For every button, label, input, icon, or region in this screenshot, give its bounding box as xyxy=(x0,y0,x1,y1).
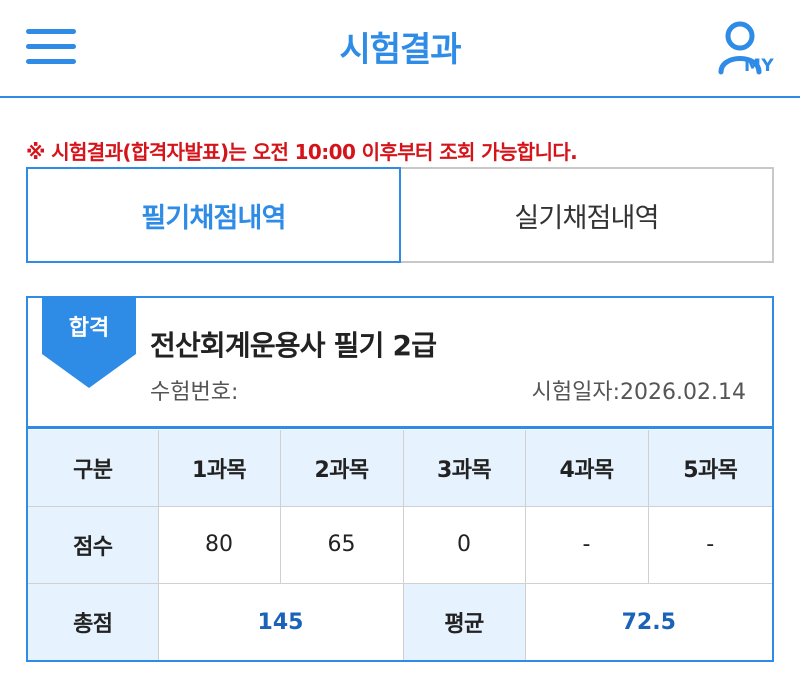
exam-number-label: 수험번호: xyxy=(150,380,239,405)
summary-row: 총점 145 평균 72.5 xyxy=(28,583,772,660)
table-header-row: 구분 1과목 2과목 3과목 4과목 5과목 xyxy=(28,430,772,507)
exam-date-value: 2026.02.14 xyxy=(620,380,746,405)
app-header: 시험결과 MY xyxy=(0,0,800,98)
score-table: 구분 1과목 2과목 3과목 4과목 5과목 점수 80 65 0 - - 총점… xyxy=(28,430,772,660)
subject-score: 65 xyxy=(279,505,404,585)
subject-score: - xyxy=(524,505,649,585)
table-header-cell: 3과목 xyxy=(402,430,526,507)
tab-practical-scoring[interactable]: 실기채점내역 xyxy=(401,167,774,263)
page-title: 시험결과 xyxy=(339,30,461,70)
average-label: 평균 xyxy=(402,583,526,660)
exam-date-label: 시험일자: xyxy=(531,380,621,405)
average-value: 72.5 xyxy=(524,583,772,660)
table-header-cell: 1과목 xyxy=(157,430,281,507)
table-header-cell: 5과목 xyxy=(647,430,772,507)
table-header-cell: 2과목 xyxy=(279,430,404,507)
notice-text: ※ 시험결과(합격자발표)는 오전 10:00 이후부터 조회 가능합니다. xyxy=(26,140,578,164)
my-label: MY xyxy=(744,56,775,76)
result-card-header: 합격 전산회계운용사 필기 2급 수험번호: 시험일자:2026.02.14 xyxy=(28,296,772,429)
total-value: 145 xyxy=(157,583,404,660)
my-page-button[interactable]: MY xyxy=(716,18,778,80)
score-row: 점수 80 65 0 - - xyxy=(28,505,772,585)
tab-written-scoring[interactable]: 필기채점내역 xyxy=(26,167,401,263)
pass-badge-label: 합격 xyxy=(68,316,110,341)
total-label: 총점 xyxy=(28,583,159,660)
subject-score: - xyxy=(647,505,772,585)
table-header-cell: 구분 xyxy=(28,430,159,507)
subject-score: 0 xyxy=(402,505,526,585)
table-header-cell: 4과목 xyxy=(524,430,649,507)
tab-bar: 필기채점내역 실기채점내역 xyxy=(26,167,774,263)
exam-date: 시험일자:2026.02.14 xyxy=(532,374,746,406)
result-card: 합격 전산회계운용사 필기 2급 수험번호: 시험일자:2026.02.14 구… xyxy=(26,296,774,662)
exam-number: 수험번호: xyxy=(150,374,238,406)
score-row-label: 점수 xyxy=(28,505,159,585)
subject-score: 80 xyxy=(157,505,281,585)
exam-name: 전산회계운용사 필기 2급 xyxy=(150,329,437,362)
